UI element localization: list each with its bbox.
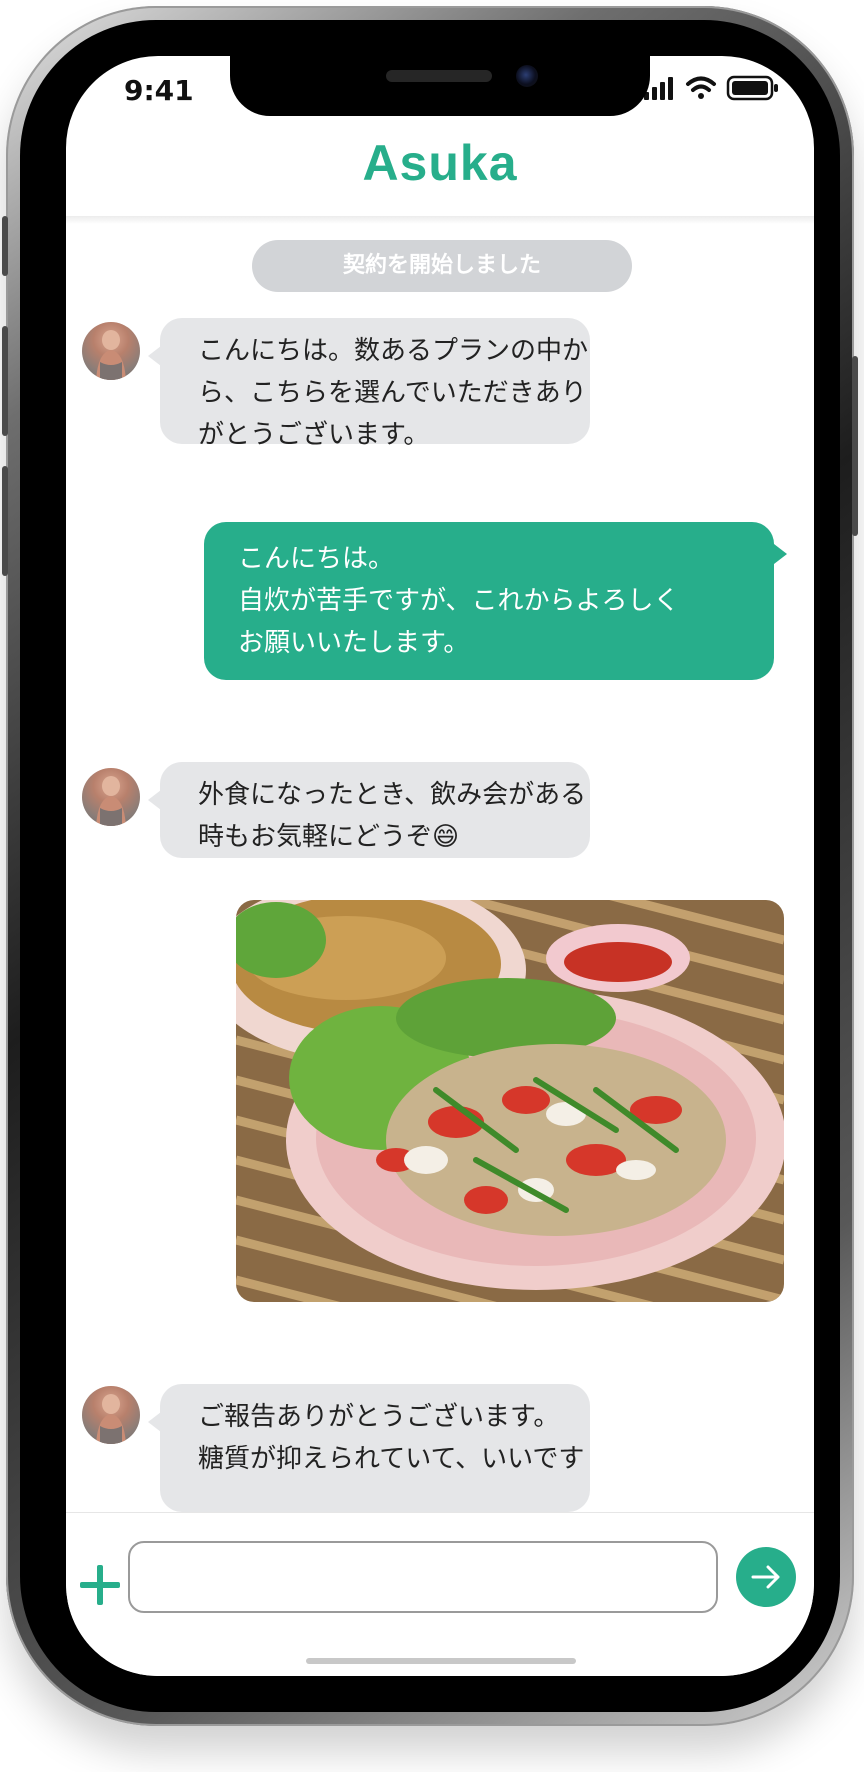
trainer-avatar[interactable] [82,768,140,826]
incoming-message: ご報告ありがとうございます。 糖質が抑えられていて、いいです [148,1384,590,1512]
system-message: 契約を開始しました [252,240,632,292]
arrow-right-icon [751,1565,780,1589]
message-text-line: 糖質が抑えられていて、いいです [198,1444,585,1474]
food-photo[interactable] [236,900,784,1302]
message-text-line: ご報告ありがとうございます。 [198,1402,560,1432]
attach-button[interactable] [78,1563,122,1607]
status-icons [644,74,784,104]
plus-icon [80,1565,120,1605]
speaker-grille [386,70,492,82]
mute-switch [2,216,8,276]
battery-icon [726,75,778,101]
phone-frame: 9:41 Asuka 契約を開始しました こんにちは。数あるプランの中か ら、こ… [2,6,858,1726]
outgoing-message: こんにちは。 自炊が苦手ですが、これからよろしく お願いいたします。 [204,522,787,680]
volume-down-button [2,466,8,576]
composer-bar [66,1512,814,1676]
trainer-avatar[interactable] [82,1386,140,1444]
message-text-line: 自炊が苦手ですが、これからよろしく [238,586,680,616]
power-button [852,356,858,536]
notch [230,56,650,116]
status-time: 9:41 [124,74,194,107]
message-text-line: 時もお気軽にどうぞ😄 [198,822,460,852]
wifi-icon [686,76,716,99]
chat-title: Asuka [362,135,518,191]
message-input[interactable] [128,1541,718,1613]
message-text-line: ら、こちらを選んでいただきあり [198,378,587,408]
food-photo-icon [236,900,784,1302]
message-text-line: 外食になったとき、飲み会がある [198,780,587,810]
header-divider [66,216,814,224]
message-text-line: こんにちは。 [238,544,395,574]
volume-up-button [2,326,8,436]
incoming-message: 外食になったとき、飲み会がある 時もお気軽にどうぞ😄 [148,762,590,858]
message-text-line: お願いいたします。 [238,628,470,658]
message-text-line: こんにちは。数あるプランの中か [198,336,589,366]
send-button[interactable] [736,1547,796,1607]
home-indicator[interactable] [306,1658,576,1664]
front-camera [516,65,538,87]
message-text-line: がとうございます。 [198,420,430,450]
incoming-message: こんにちは。数あるプランの中か ら、こちらを選んでいただきあり がとうございます… [148,318,590,450]
chat-screen: 9:41 Asuka 契約を開始しました こんにちは。数あるプランの中か ら、こ… [66,56,814,1676]
trainer-avatar[interactable] [82,322,140,380]
